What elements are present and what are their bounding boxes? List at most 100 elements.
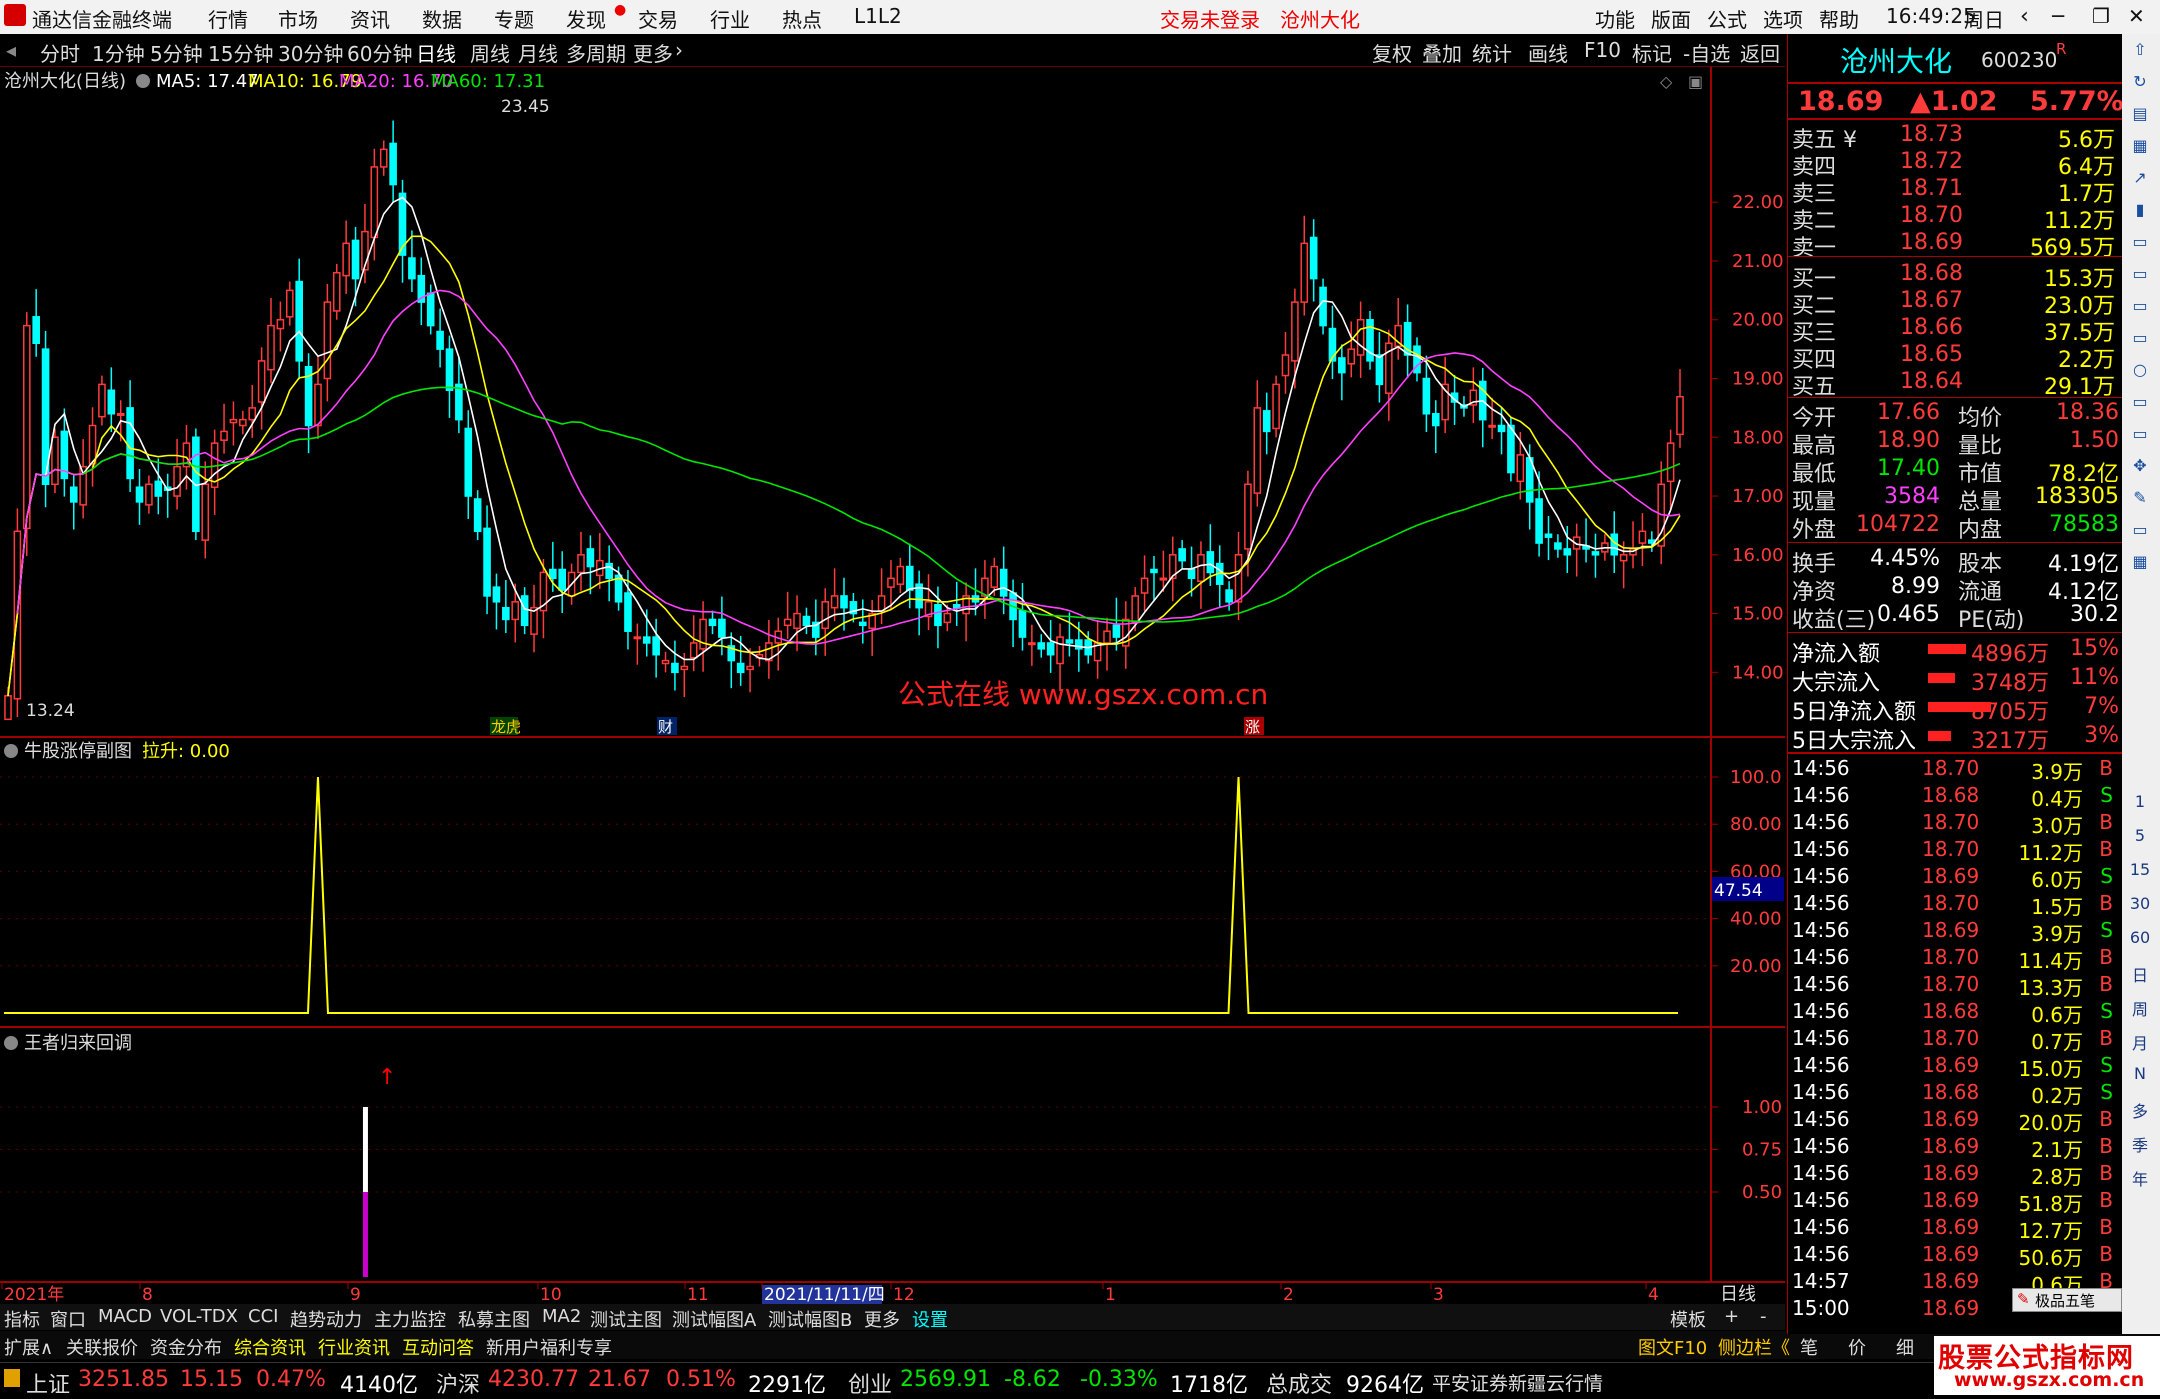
menu-gongshi[interactable]: 公式 [1707, 4, 1747, 33]
tab-vol-tdx[interactable]: VOL-TDX [160, 1306, 238, 1327]
cy-label[interactable]: 创业 [848, 1367, 892, 1399]
f10-icon[interactable]: ▭ [2127, 232, 2153, 254]
period-fenshi[interactable]: 分时 [40, 38, 80, 67]
tool-tongji[interactable]: 统计 [1472, 38, 1512, 67]
rsi2-icon[interactable]: ▭ [2127, 424, 2153, 446]
stat-row[interactable]: 收益(三) 0.465 PE(动) 30.2 [1788, 602, 2123, 633]
side-period-0[interactable]: 1 [2127, 792, 2153, 814]
tick-row[interactable]: 14:56 18.70 11.4万 B [1788, 945, 2123, 973]
period-monthly[interactable]: 月线 [518, 38, 558, 67]
event-tag-zhang[interactable]: 涨 [1245, 718, 1260, 736]
period-15min[interactable]: 15分钟 [208, 38, 273, 67]
event-tag-cai[interactable]: 财 [658, 718, 673, 736]
tick-row[interactable]: 14:56 18.69 2.8万 B [1788, 1161, 2123, 1189]
tab-ma2[interactable]: MA2 [542, 1306, 581, 1327]
tick-row[interactable]: 14:56 18.68 0.2万 S [1788, 1080, 2123, 1108]
menu-shichang[interactable]: 市场 [278, 4, 318, 33]
tab-jia[interactable]: 价 [1848, 1334, 1866, 1360]
tab-shezhi[interactable]: 设置 [912, 1306, 948, 1332]
side-period-9[interactable]: 多 [2127, 1098, 2153, 1121]
ask-row[interactable]: 卖二 18.70 11.2万 [1788, 203, 2123, 234]
ask-row[interactable]: 卖五 ¥18.73 5.6万 [1788, 122, 2123, 153]
tick-row[interactable]: 14:56 18.69 12.7万 B [1788, 1215, 2123, 1243]
stat-row[interactable]: 净资 8.99 流通 4.12亿 [1788, 574, 2123, 605]
tick-row[interactable]: 14:56 18.68 0.6万 S [1788, 999, 2123, 1027]
tool-diejia[interactable]: 叠加 [1422, 38, 1462, 67]
menu-gongneng[interactable]: 功能 [1595, 4, 1635, 33]
hs-label[interactable]: 沪深 [436, 1367, 480, 1399]
f2-icon[interactable]: ▭ [2127, 296, 2153, 318]
tool-biaoji[interactable]: 标记 [1632, 38, 1672, 67]
tool-zixuan[interactable]: -自选 [1683, 38, 1730, 67]
market-icon[interactable] [4, 1369, 20, 1387]
side-period-2[interactable]: 15 [2127, 860, 2153, 882]
event-tag-longhu[interactable]: 龙虎 [491, 718, 521, 736]
line-icon[interactable]: ↗ [2127, 168, 2153, 190]
menu-hangqing[interactable]: 行情 [208, 4, 248, 33]
tab-moban[interactable]: 模板 [1670, 1306, 1706, 1332]
ask-row[interactable]: 卖三 18.71 1.7万 [1788, 176, 2123, 207]
diamond-icon[interactable]: ◇ [1660, 72, 1673, 91]
menu-banmian[interactable]: 版面 [1651, 4, 1691, 33]
sub2-settings-icon[interactable] [4, 1036, 18, 1050]
period-1min[interactable]: 1分钟 [92, 38, 145, 67]
tick-row[interactable]: 14:56 18.68 0.4万 S [1788, 783, 2123, 811]
tool-fuquan[interactable]: 复权 [1372, 38, 1412, 67]
tick-row[interactable]: 14:56 18.69 3.9万 S [1788, 918, 2123, 946]
tick-row[interactable]: 14:56 18.70 11.2万 B [1788, 837, 2123, 865]
stat-row[interactable]: 现量 3584 总量 183305 [1788, 484, 2123, 515]
tab-tuwen-f10[interactable]: 图文F10 [1638, 1334, 1707, 1360]
flow-row[interactable]: 5日大宗流入 3217万 3% [1788, 723, 2123, 754]
menu-xuanxiang[interactable]: 选项 [1763, 4, 1803, 33]
stat-row[interactable]: 换手 4.45% 股本 4.19亿 [1788, 546, 2123, 577]
side-period-6[interactable]: 周 [2127, 996, 2153, 1019]
side-period-11[interactable]: 年 [2127, 1166, 2153, 1189]
tab-macd[interactable]: MACD [98, 1306, 152, 1327]
tab-kuozhan[interactable]: 扩展∧ [4, 1334, 53, 1360]
tab-cebianlan[interactable]: 侧边栏《 [1718, 1334, 1790, 1360]
up-icon[interactable]: ⇧ [2127, 40, 2153, 62]
tab-remove[interactable]: - [1760, 1306, 1767, 1327]
period-5min[interactable]: 5分钟 [150, 38, 203, 67]
sub1-settings-icon[interactable] [4, 744, 18, 758]
stat-row[interactable]: 外盘 104722 内盘 78583 [1788, 512, 2123, 543]
tool-huaxian[interactable]: 画线 [1528, 38, 1568, 67]
bid-row[interactable]: 买二 18.67 23.0万 [1788, 288, 2123, 319]
tab-ceshi-futu-a[interactable]: 测试幅图A [672, 1306, 756, 1332]
ask-row[interactable]: 卖一 18.69 569.5万 [1788, 230, 2123, 261]
chevron-right-icon[interactable]: › [675, 38, 683, 62]
tab-xinyonghu-fuli[interactable]: 新用户福利专享 [486, 1334, 612, 1360]
back-icon[interactable]: ‹ [2020, 4, 2029, 29]
tick-row[interactable]: 14:56 18.70 13.3万 B [1788, 972, 2123, 1000]
tick-row[interactable]: 14:56 18.69 2.1万 B [1788, 1134, 2123, 1162]
pen-icon[interactable]: ✎ [2127, 488, 2153, 510]
tab-qushi-dongli[interactable]: 趋势动力 [290, 1306, 362, 1332]
window-icon[interactable]: ▣ [1688, 72, 1703, 91]
grid-icon[interactable]: ▦ [2127, 552, 2153, 574]
tab-guanlian-baojia[interactable]: 关联报价 [66, 1334, 138, 1360]
circle-icon[interactable]: ○ [2127, 360, 2153, 382]
tab-simu-zhutu[interactable]: 私募主图 [458, 1306, 530, 1332]
stat-row[interactable]: 最低 17.40 市值 78.2亿 [1788, 456, 2123, 487]
menu-shuju[interactable]: 数据 [422, 4, 462, 33]
menu-zhuanti[interactable]: 专题 [494, 4, 534, 33]
tick-row[interactable]: 14:56 18.70 3.0万 B [1788, 810, 2123, 838]
menu-redian[interactable]: 热点 [782, 4, 822, 33]
bid-row[interactable]: 买四 18.65 2.2万 [1788, 342, 2123, 373]
tick-row[interactable]: 14:56 18.70 3.9万 B [1788, 756, 2123, 784]
tab-ceshi-zhutu[interactable]: 测试主图 [590, 1306, 662, 1332]
sh-label[interactable]: 上证 [26, 1367, 70, 1399]
flow-row[interactable]: 大宗流入 3748万 11% [1788, 665, 2123, 696]
menu-zixun[interactable]: 资讯 [350, 4, 390, 33]
rsi-icon[interactable]: ▭ [2127, 392, 2153, 414]
side-period-8[interactable]: N [2127, 1064, 2153, 1086]
settings-dot-icon[interactable] [136, 74, 150, 88]
flow-row[interactable]: 净流入额 4896万 15% [1788, 636, 2123, 667]
tab-add[interactable]: + [1724, 1306, 1739, 1327]
bid-row[interactable]: 买五 18.64 29.1万 [1788, 369, 2123, 400]
tick-row[interactable]: 14:56 18.69 51.8万 B [1788, 1188, 2123, 1216]
bid-row[interactable]: 买三 18.66 37.5万 [1788, 315, 2123, 346]
period-multi[interactable]: 多周期 [566, 38, 626, 67]
side-period-1[interactable]: 5 [2127, 826, 2153, 848]
tab-zhibiao[interactable]: 指标 [4, 1306, 40, 1332]
